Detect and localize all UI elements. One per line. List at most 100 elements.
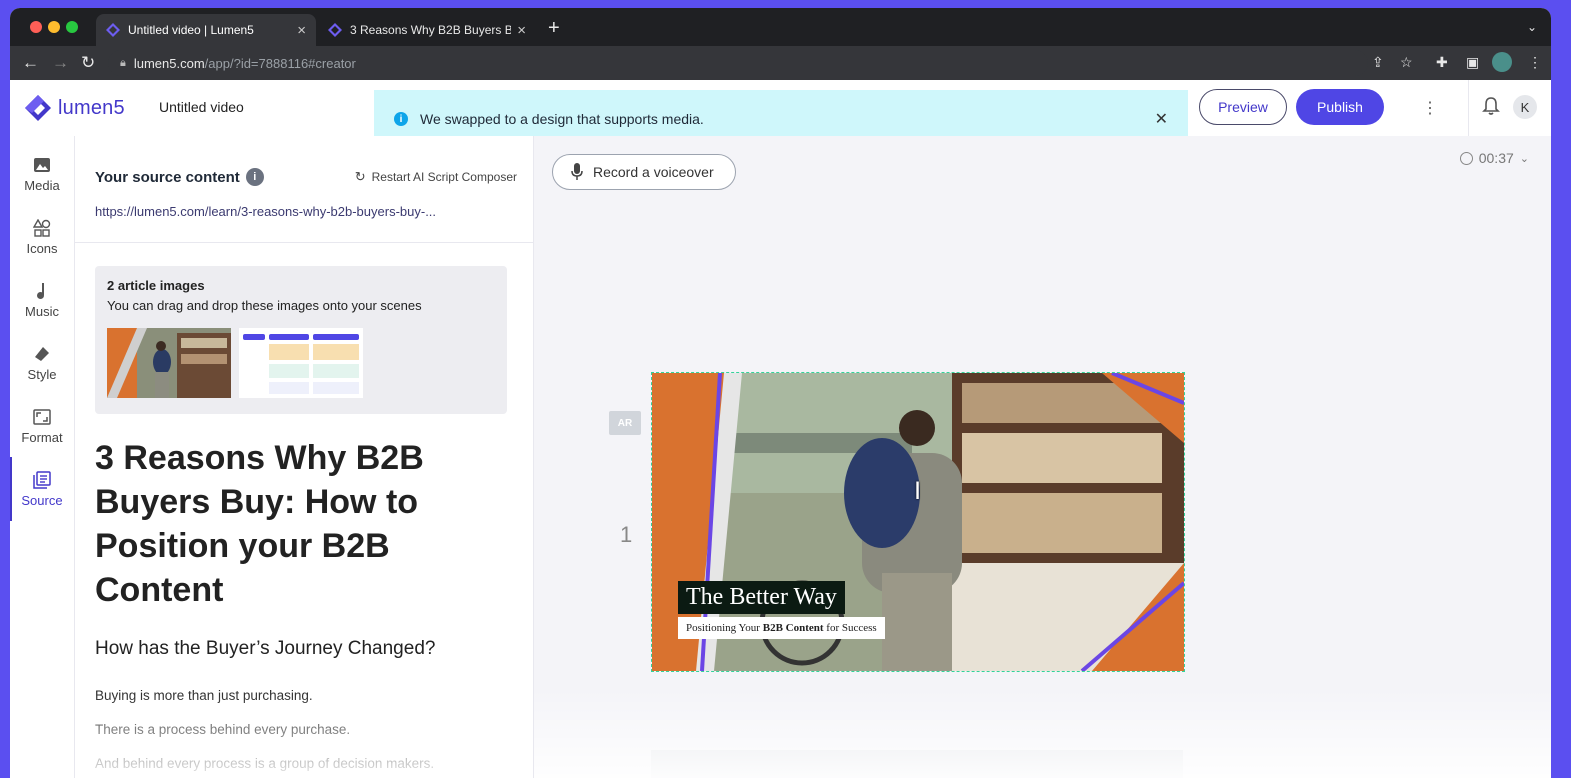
article-paragraph[interactable]: There is a process behind every purchase… bbox=[95, 722, 350, 737]
article-image-thumbnail[interactable] bbox=[239, 328, 363, 398]
subtitle-part: for Success bbox=[823, 622, 877, 634]
clock-icon bbox=[1459, 151, 1473, 165]
back-arrow-icon[interactable]: ← bbox=[22, 53, 39, 73]
share-icon[interactable]: ⇪ bbox=[1372, 54, 1384, 71]
header-divider bbox=[1468, 80, 1469, 136]
text-cursor-icon: I bbox=[914, 477, 922, 505]
source-url-link[interactable]: https://lumen5.com/learn/3-reasons-why-b… bbox=[95, 204, 505, 219]
lumen5-favicon-icon bbox=[328, 23, 342, 37]
tab-title: 3 Reasons Why B2B Buyers Bu bbox=[350, 23, 512, 37]
article-images-card: 2 article images You can drag and drop t… bbox=[95, 266, 507, 414]
scene-number: 1 bbox=[620, 522, 633, 547]
aspect-ratio-badge[interactable]: AR bbox=[609, 411, 641, 435]
scene-2-preview[interactable] bbox=[651, 750, 1183, 778]
source-icon bbox=[33, 470, 51, 489]
info-icon[interactable]: i bbox=[245, 168, 264, 186]
images-heading: 2 article images bbox=[107, 278, 205, 293]
style-icon bbox=[35, 346, 49, 361]
voiceover-label: Record a voiceover bbox=[593, 164, 714, 180]
image-icon bbox=[34, 157, 50, 172]
extensions-puzzle-icon[interactable]: ✚ bbox=[1436, 54, 1448, 71]
scene-subtitle-text[interactable]: Positioning Your B2B Content for Success bbox=[678, 617, 885, 639]
close-notice-icon[interactable]: ✕ bbox=[1155, 109, 1168, 129]
notice-text: We swapped to a design that supports med… bbox=[420, 111, 704, 127]
reload-icon[interactable]: ↻ bbox=[81, 53, 95, 73]
bookmark-star-icon[interactable]: ☆ bbox=[1400, 54, 1413, 71]
forward-arrow-icon[interactable]: → bbox=[52, 53, 69, 73]
table-graphic bbox=[239, 328, 363, 398]
rail-item-label: Style bbox=[27, 366, 57, 382]
side-panel-icon[interactable]: ▣ bbox=[1466, 54, 1479, 71]
browser-menu-icon[interactable]: ⋮ bbox=[1528, 54, 1542, 71]
tab-strip: Untitled video | Lumen5 × 3 Reasons Why … bbox=[10, 8, 1551, 46]
article-paragraph[interactable]: And behind every process is a group of d… bbox=[95, 756, 434, 771]
chevron-down-icon: ⌄ bbox=[1519, 152, 1529, 165]
scene-title-text[interactable]: The Better Way bbox=[678, 581, 845, 614]
refresh-icon: ↻ bbox=[354, 169, 366, 184]
divider bbox=[75, 242, 533, 243]
article-paragraph[interactable]: Buying is more than just purchasing. bbox=[95, 688, 313, 703]
article-heading: How has the Buyer’s Journey Changed? bbox=[95, 638, 436, 659]
info-icon: i bbox=[394, 112, 408, 126]
restart-label: Restart AI Script Composer bbox=[371, 170, 517, 184]
source-title: Your source content i bbox=[95, 168, 264, 186]
address-bar[interactable]: 🔒︎ lumen5.com/app/?id=7888116#creator bbox=[108, 50, 1368, 76]
more-options-icon[interactable]: ⋮ bbox=[1422, 98, 1438, 118]
url-host: lumen5.com bbox=[133, 55, 205, 71]
bookstall-photo bbox=[107, 328, 231, 398]
close-tab-icon[interactable]: × bbox=[517, 22, 526, 39]
article-title: 3 Reasons Why B2B Buyers Buy: How to Pos… bbox=[95, 439, 424, 609]
rail-item-style[interactable]: Style bbox=[10, 335, 74, 391]
maximize-window-button[interactable] bbox=[66, 21, 78, 33]
tab-article[interactable]: 3 Reasons Why B2B Buyers Bu × bbox=[318, 14, 536, 46]
left-rail: Media Icons Music Style Format Source bbox=[10, 136, 75, 778]
rail-item-label: Media bbox=[24, 177, 60, 193]
rail-item-music[interactable]: Music bbox=[10, 272, 74, 328]
images-hint: You can drag and drop these images onto … bbox=[107, 298, 422, 313]
music-note-icon bbox=[37, 282, 44, 299]
video-duration[interactable]: 00:37 ⌄ bbox=[1459, 150, 1529, 166]
lumen5-logo-icon bbox=[25, 95, 51, 121]
rail-item-icons[interactable]: Icons bbox=[10, 209, 74, 265]
lumen5-logo[interactable]: lumen5 bbox=[24, 94, 125, 122]
article-image-thumbnail[interactable] bbox=[107, 328, 231, 398]
project-title[interactable]: Untitled video bbox=[159, 99, 244, 115]
new-tab-button[interactable]: + bbox=[548, 17, 560, 40]
tab-title: Untitled video | Lumen5 bbox=[128, 23, 254, 37]
minimize-window-button[interactable] bbox=[48, 21, 60, 33]
close-window-button[interactable] bbox=[30, 21, 42, 33]
shapes-icon bbox=[33, 218, 51, 237]
scene-1-preview[interactable]: The Better Way Positioning Your B2B Cont… bbox=[651, 372, 1185, 672]
source-panel: Your source content i ↻ Restart AI Scrip… bbox=[75, 136, 534, 778]
tab-lumen5[interactable]: Untitled video | Lumen5 × bbox=[96, 14, 316, 46]
app-header: lumen5 Untitled video i We swapped to a … bbox=[10, 80, 1551, 148]
rail-item-media[interactable]: Media bbox=[10, 146, 74, 202]
browser-toolbar: ← → ↻ 🔒︎ lumen5.com/app/?id=7888116#crea… bbox=[10, 46, 1551, 80]
storyboard-canvas: Record a voiceover 00:37 ⌄ AR 1 The Bett… bbox=[534, 136, 1551, 778]
close-tab-icon[interactable]: × bbox=[297, 22, 306, 39]
rail-item-label: Format bbox=[21, 429, 63, 445]
record-voiceover-button[interactable]: Record a voiceover bbox=[552, 154, 736, 190]
preview-button[interactable]: Preview bbox=[1199, 89, 1287, 125]
rail-item-label: Music bbox=[25, 303, 59, 319]
profile-avatar[interactable] bbox=[1492, 52, 1512, 72]
user-avatar[interactable]: K bbox=[1513, 95, 1537, 119]
notifications-bell-icon[interactable] bbox=[1482, 96, 1500, 116]
format-icon bbox=[33, 408, 51, 425]
lock-icon: 🔒︎ bbox=[120, 56, 126, 69]
restart-script-composer-button[interactable]: ↻ Restart AI Script Composer bbox=[355, 169, 517, 185]
duration-value: 00:37 bbox=[1478, 150, 1514, 166]
tab-search-chevron-icon[interactable]: ⌄ bbox=[1527, 20, 1537, 34]
rail-item-label: Icons bbox=[26, 240, 58, 256]
publish-button[interactable]: Publish bbox=[1296, 89, 1384, 125]
source-title-text: Your source content bbox=[95, 168, 240, 186]
microphone-icon bbox=[571, 163, 583, 180]
rail-item-format[interactable]: Format bbox=[10, 398, 74, 454]
rail-item-source[interactable]: Source bbox=[10, 457, 74, 521]
rail-item-label: Source bbox=[21, 492, 63, 508]
lumen5-favicon-icon bbox=[106, 23, 120, 37]
url-path: /app/?id=7888116#creator bbox=[204, 55, 356, 71]
brand-wordmark: lumen5 bbox=[58, 96, 125, 119]
browser-window: Untitled video | Lumen5 × 3 Reasons Why … bbox=[10, 8, 1551, 778]
subtitle-part: Positioning Your bbox=[686, 622, 763, 634]
